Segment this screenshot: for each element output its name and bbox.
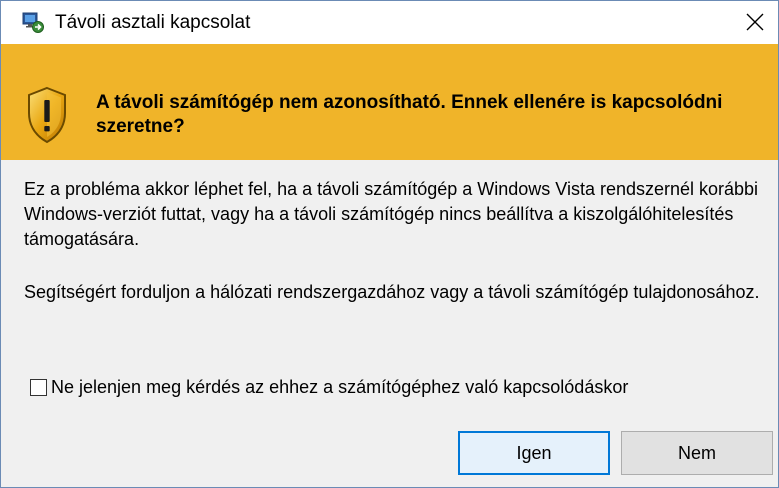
title-bar[interactable]: Távoli asztali kapcsolat: [1, 1, 778, 44]
warning-banner: A távoli számítógép nem azonosítható. En…: [1, 44, 778, 160]
description-paragraph: Ez a probléma akkor léphet fel, ha a táv…: [24, 179, 759, 249]
dont-ask-again-label[interactable]: Ne jelenjen meg kérdés az ehhez a számít…: [51, 377, 628, 398]
window-title: Távoli asztali kapcsolat: [55, 12, 251, 33]
no-button[interactable]: Nem: [621, 431, 773, 475]
yes-button[interactable]: Igen: [458, 431, 610, 475]
dialog-content: Ez a probléma akkor léphet fel, ha a táv…: [1, 160, 778, 487]
help-paragraph: Segítségért forduljon a hálózati rendsze…: [24, 282, 760, 302]
warning-heading: A távoli számítógép nem azonosítható. En…: [96, 92, 723, 137]
dialog-window: Távoli asztali kapcsolat A távoli számít…: [0, 0, 779, 488]
dont-ask-again-option[interactable]: Ne jelenjen meg kérdés az ehhez a számít…: [30, 375, 628, 399]
warning-shield-icon: [25, 86, 69, 144]
close-button[interactable]: [732, 1, 778, 44]
dont-ask-again-checkbox[interactable]: [30, 378, 47, 396]
remote-desktop-icon: [22, 11, 44, 33]
close-icon: [746, 13, 764, 31]
